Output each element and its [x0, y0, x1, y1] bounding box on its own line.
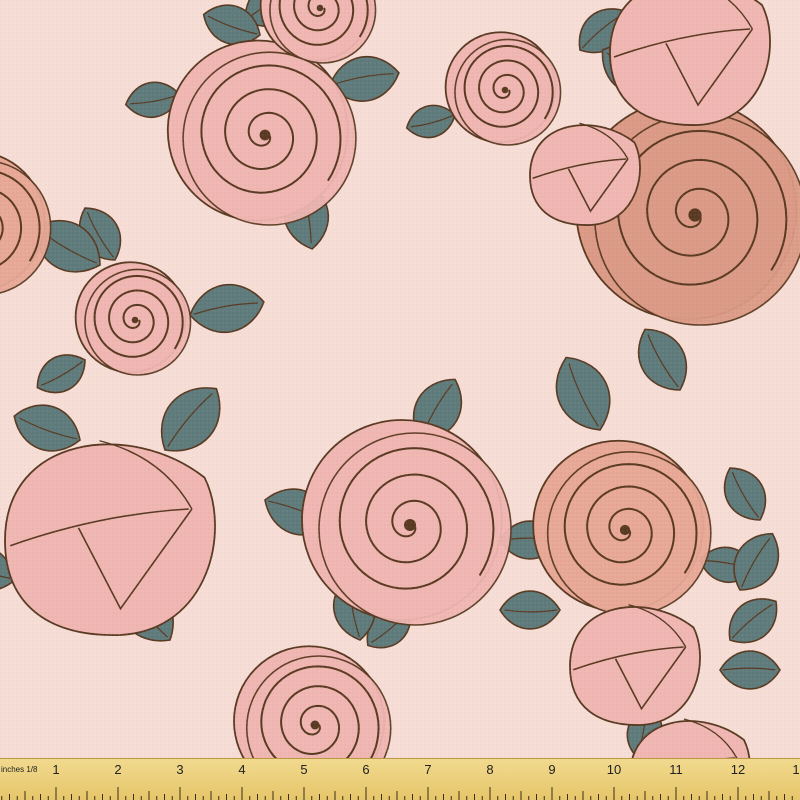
- ruler-number: 5: [300, 762, 308, 777]
- ruler-number: 6: [362, 762, 370, 777]
- ruler-number: 12: [730, 762, 746, 777]
- rose-pattern: [0, 0, 800, 800]
- ruler-number: 3: [176, 762, 184, 777]
- ruler-number: 11: [669, 762, 683, 777]
- ruler-number: 1: [52, 762, 60, 777]
- ruler-number: 8: [486, 762, 494, 777]
- fabric-swatch: inches 1/8 1 2 3 4 5 6 7 8 9 10 11 12 1: [0, 0, 800, 800]
- measuring-ruler: inches 1/8 1 2 3 4 5 6 7 8 9 10 11 12 1: [0, 758, 800, 800]
- ruler-number: 4: [238, 762, 246, 777]
- ruler-number: 7: [424, 762, 432, 777]
- ruler-unit-label: inches 1/8: [1, 765, 38, 774]
- ruler-number: 10: [606, 762, 622, 777]
- ruler-number: 2: [114, 762, 122, 777]
- ruler-number: 1: [792, 762, 800, 777]
- ruler-number: 9: [548, 762, 556, 777]
